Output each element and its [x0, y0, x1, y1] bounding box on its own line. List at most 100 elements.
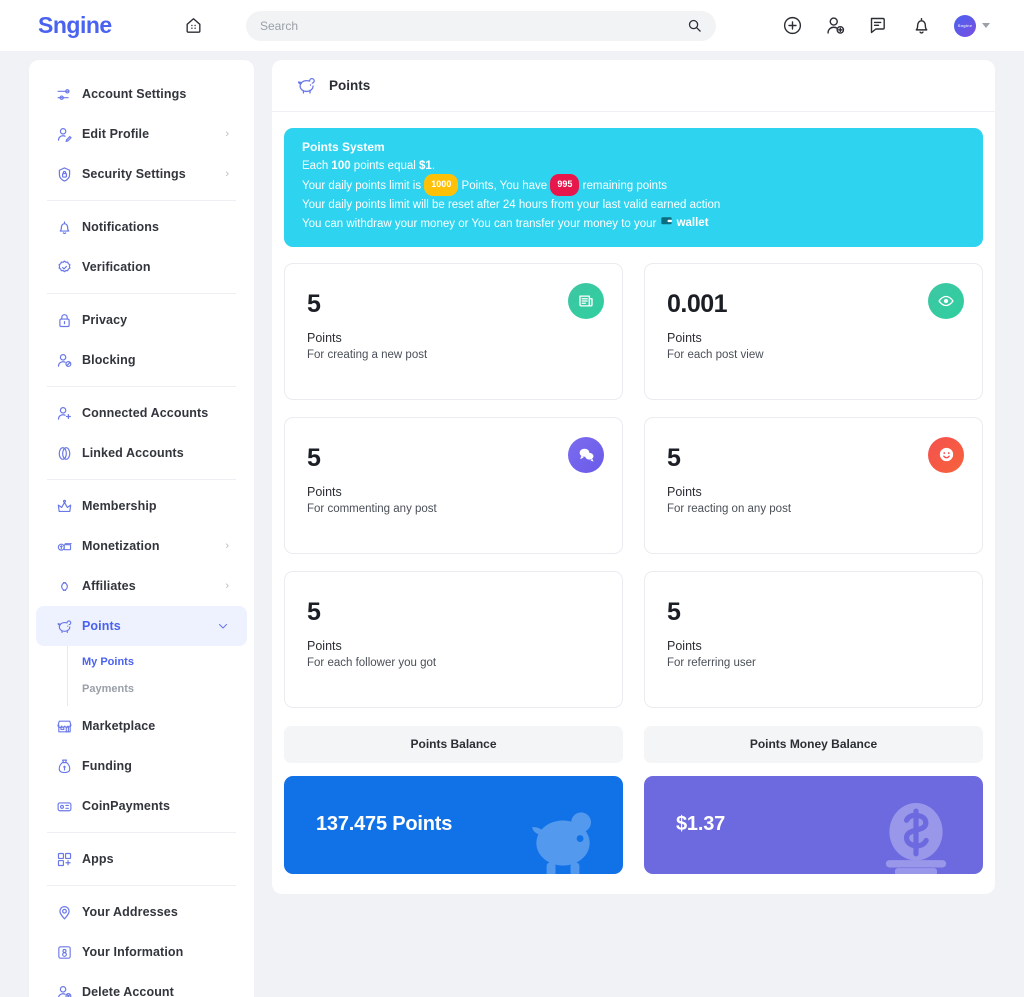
sidebar-item-label: Edit Profile — [82, 127, 150, 141]
user-block-icon — [56, 352, 82, 369]
sidebar-subitem-my-points[interactable]: My Points — [68, 648, 254, 675]
banner-text: Your daily points limit is — [302, 179, 425, 192]
sidebar-item-verification[interactable]: Verification — [36, 247, 247, 287]
sidebar-item-your-addresses[interactable]: Your Addresses — [36, 892, 247, 932]
banner-text: points equal — [350, 160, 420, 172]
sidebar-item-label: Your Addresses — [82, 905, 178, 919]
money-balance-card: $1.37 — [644, 775, 983, 874]
points-panel: Points Points System Each 100 points equ… — [272, 60, 995, 894]
money-balance-column: Points Money Balance $1.37 — [644, 725, 983, 874]
points-card-post-view: 0.001 Points For each post view — [644, 262, 983, 400]
sidebar-item-label: Funding — [82, 759, 132, 773]
sidebar-item-label: Monetization — [82, 539, 160, 553]
sidebar-item-apps[interactable]: Apps — [36, 839, 247, 879]
sidebar-subitem-payments[interactable]: Payments — [68, 675, 254, 702]
points-rules-grid: 5 Points For creating a new post 0.001 P… — [284, 262, 983, 708]
divider — [47, 885, 236, 886]
notifications-icon[interactable] — [911, 15, 932, 36]
sidebar-item-delete-account[interactable]: Delete Account — [36, 972, 247, 997]
settings-sidebar: Account Settings Edit Profile › Security… — [29, 60, 254, 997]
points-balance-header: Points Balance — [284, 725, 623, 763]
create-icon[interactable] — [782, 15, 803, 36]
money-stack-icon — [56, 538, 82, 555]
money-balance-header: Points Money Balance — [644, 725, 983, 763]
add-friend-icon[interactable] — [825, 15, 846, 36]
points-card-comment: 5 Points For commenting any post — [284, 416, 623, 554]
affiliate-loop-icon — [56, 578, 82, 595]
chevron-down-icon[interactable] — [217, 620, 229, 632]
banner-dollar-value: $1 — [419, 160, 432, 172]
sidebar-item-label: Membership — [82, 499, 157, 513]
sidebar-item-coinpayments[interactable]: CoinPayments — [36, 786, 247, 826]
sidebar-item-your-information[interactable]: Your Information — [36, 932, 247, 972]
sidebar-item-points[interactable]: Points — [36, 606, 247, 646]
points-desc: For each follower you got — [307, 656, 437, 669]
banner-text: . — [431, 160, 436, 172]
points-card-reaction: 5 Points For reacting on any post — [644, 416, 983, 554]
page-layout: Account Settings Edit Profile › Security… — [0, 51, 1024, 997]
chevron-down-icon[interactable] — [982, 23, 990, 28]
eye-icon — [928, 282, 964, 319]
sidebar-item-label: Affiliates — [82, 579, 136, 593]
points-balance-card: 137.475 Points — [284, 775, 623, 874]
divider — [47, 386, 236, 387]
points-unit: Points — [307, 638, 342, 653]
points-desc: For referring user — [667, 656, 756, 669]
sidebar-item-notifications[interactable]: Notifications — [36, 207, 247, 247]
balances-grid: Points Balance 137.475 Points Points Mon… — [284, 725, 983, 874]
points-balance-value: 137.475 Points — [316, 813, 453, 835]
search-input[interactable] — [260, 18, 687, 33]
sidebar-item-label: Account Settings — [82, 87, 187, 101]
messages-icon[interactable] — [868, 15, 889, 36]
sidebar-item-label: Your Information — [82, 945, 184, 959]
sidebar-item-security-settings[interactable]: Security Settings › — [36, 154, 247, 194]
points-unit: Points — [667, 330, 702, 345]
divider — [47, 832, 236, 833]
sidebar-item-label: Blocking — [82, 353, 136, 367]
sidebar-item-account-settings[interactable]: Account Settings — [36, 74, 247, 114]
app-logo[interactable]: Sngine — [16, 12, 176, 39]
divider — [47, 293, 236, 294]
search-icon[interactable] — [687, 18, 702, 33]
wallet-link[interactable]: wallet — [660, 214, 709, 233]
points-value: 5 — [307, 597, 321, 626]
divider — [47, 479, 236, 480]
store-icon — [56, 718, 82, 735]
points-card-create-post: 5 Points For creating a new post — [284, 262, 623, 400]
dollar-coin-art — [869, 795, 963, 874]
map-pin-icon — [56, 904, 82, 921]
sidebar-item-monetization[interactable]: Monetization › — [36, 526, 247, 566]
points-card-follower: 5 Points For each follower you got — [284, 570, 623, 708]
crown-icon — [56, 498, 82, 515]
link-circles-icon — [56, 445, 82, 462]
banner-line-reset: Your daily points limit will be reset af… — [302, 198, 721, 211]
sidebar-item-membership[interactable]: Membership — [36, 486, 247, 526]
user-menu[interactable]: Sngine — [954, 14, 990, 37]
banner-text: Each — [302, 160, 332, 172]
sidebar-item-marketplace[interactable]: Marketplace — [36, 706, 247, 746]
user-edit-icon — [56, 126, 82, 143]
search-bar[interactable] — [246, 10, 716, 41]
points-desc: For creating a new post — [307, 348, 428, 361]
sidebar-item-blocking[interactable]: Blocking — [36, 340, 247, 380]
sidebar-item-affiliates[interactable]: Affiliates › — [36, 566, 247, 606]
sidebar-item-label: Notifications — [82, 220, 159, 234]
coin-wallet-icon — [56, 798, 82, 815]
home-icon[interactable] — [176, 9, 210, 43]
points-value: 0.001 — [667, 289, 728, 318]
sidebar-item-edit-profile[interactable]: Edit Profile › — [36, 114, 247, 154]
newspaper-icon — [568, 282, 604, 319]
sidebar-item-privacy[interactable]: Privacy — [36, 300, 247, 340]
sidebar-item-funding[interactable]: Funding — [36, 746, 247, 786]
sidebar-item-connected-accounts[interactable]: Connected Accounts — [36, 393, 247, 433]
points-value: 5 — [667, 597, 681, 626]
sidebar-item-linked-accounts[interactable]: Linked Accounts — [36, 433, 247, 473]
sidebar-item-label: Apps — [82, 852, 114, 866]
points-unit: Points — [307, 330, 342, 345]
piggy-bank-art — [517, 801, 609, 874]
avatar[interactable]: Sngine — [954, 14, 976, 37]
money-balance-value: $1.37 — [676, 813, 726, 835]
points-value: 5 — [307, 443, 321, 472]
verified-check-icon — [56, 259, 82, 276]
points-card-referral: 5 Points For referring user — [644, 570, 983, 708]
